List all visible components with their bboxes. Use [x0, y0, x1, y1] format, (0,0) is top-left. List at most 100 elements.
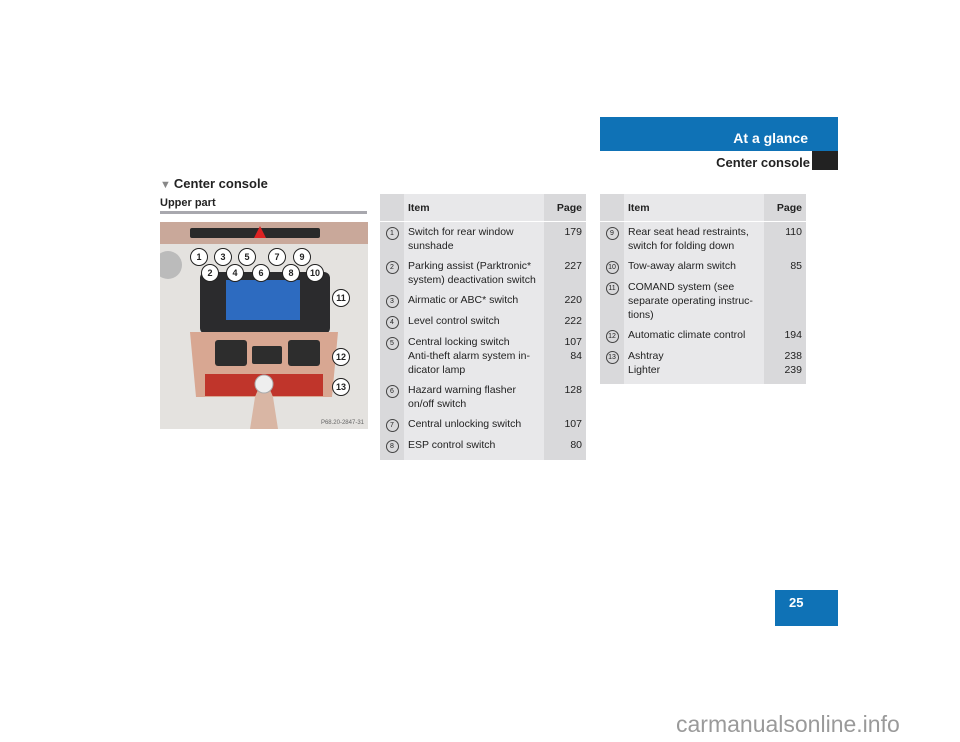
page-ref[interactable] [764, 277, 806, 325]
callout-9: 9 [293, 248, 311, 266]
page-ref[interactable]: 227 [544, 256, 586, 290]
section-title-text: Center console [173, 176, 268, 191]
num-header [600, 194, 624, 222]
watermark: carmanualsonline.info [676, 711, 900, 737]
item-number: 7 [380, 414, 404, 435]
triangle-down-icon: ▼ [160, 179, 171, 191]
page-ref[interactable]: 238 239 [764, 346, 806, 380]
page-ref[interactable]: 107 84 [544, 332, 586, 380]
section-header: Center console [716, 155, 810, 170]
item-label: Central locking switch Anti-theft alarm s… [404, 332, 544, 380]
callout-3: 3 [214, 248, 232, 266]
callout-6: 6 [252, 264, 270, 282]
circled-number: 1 [385, 227, 399, 240]
table-row: 9 Rear seat head restraints, switch for f… [600, 221, 806, 256]
callout-10: 10 [306, 264, 324, 282]
page-ref[interactable]: 107 [544, 414, 586, 435]
item-header: Item [624, 194, 764, 222]
callout-12: 12 [332, 348, 350, 366]
item-label: ESP control switch [404, 435, 544, 456]
item-number: 1 [380, 221, 404, 256]
item-number: 6 [380, 380, 404, 414]
circled-number: 8 [385, 440, 399, 453]
center-console-photo: 1 2 3 4 5 6 7 8 9 10 11 12 13 P68.20-2847-31 [160, 222, 368, 429]
item-label: Automatic climate control [624, 325, 764, 346]
page-ref[interactable]: 80 [544, 435, 586, 456]
callout-7: 7 [268, 248, 286, 266]
circled-number: 4 [385, 316, 399, 329]
circled-number: 7 [385, 419, 399, 432]
page-ref[interactable]: 110 [764, 221, 806, 256]
table-row: 7 Central unlocking switch 107 [380, 414, 586, 435]
table-row: 3 Airmatic or ABC* switch 220 [380, 290, 586, 311]
section-title: ▼ Center console [160, 176, 268, 191]
num-header [380, 194, 404, 222]
circled-number: 6 [385, 385, 399, 398]
page-number-band: 25 [775, 590, 838, 626]
figure-caption: P68.20-2847-31 [320, 420, 364, 426]
item-number: 5 [380, 332, 404, 380]
table-row: 4 Level control switch 222 [380, 311, 586, 332]
chapter-title: At a glance [733, 130, 808, 146]
table-row: 2 Parking assist (Parktronic* system) dea… [380, 256, 586, 290]
item-label: Hazard warning flasher on/off switch [404, 380, 544, 414]
item-label: Level control switch [404, 311, 544, 332]
item-number: 10 [600, 256, 624, 277]
table-row: 6 Hazard warning flasher on/off switch 128 [380, 380, 586, 414]
items-table-right: Item Page 9 Rear seat head restraints, sw… [600, 194, 806, 384]
item-label: COMAND system (see separate operating in… [624, 277, 764, 325]
circled-number: 3 [385, 295, 399, 308]
table-row: 1 Switch for rear window sunshade 179 [380, 221, 586, 256]
item-number: 8 [380, 435, 404, 456]
callout-11: 11 [332, 289, 350, 307]
item-number: 3 [380, 290, 404, 311]
item-number: 9 [600, 221, 624, 256]
callout-13: 13 [332, 378, 350, 396]
item-label: Parking assist (Parktronic* system) deac… [404, 256, 544, 290]
table-row: 5 Central locking switch Anti-theft alarm … [380, 332, 586, 380]
item-label: Rear seat head restraints, switch for fo… [624, 221, 764, 256]
circled-number: 13 [605, 351, 619, 364]
page-ref[interactable]: 85 [764, 256, 806, 277]
manual-page: At a glance Center console ▼ Center conso… [0, 0, 960, 742]
callout-8: 8 [282, 264, 300, 282]
item-label: Airmatic or ABC* switch [404, 290, 544, 311]
table-row: 11 COMAND system (see separate operating … [600, 277, 806, 325]
items-table-left: Item Page 1 Switch for rear window sunsha… [380, 194, 586, 460]
page-ref[interactable]: 220 [544, 290, 586, 311]
table-row: 13 Ashtray Lighter 238 239 [600, 346, 806, 380]
circled-number: 2 [385, 261, 399, 274]
item-number: 2 [380, 256, 404, 290]
table-row: 8 ESP control switch 80 [380, 435, 586, 456]
table-row: 12 Automatic climate control 194 [600, 325, 806, 346]
page-ref[interactable]: 179 [544, 221, 586, 256]
page-ref[interactable]: 194 [764, 325, 806, 346]
item-label: Switch for rear window sunshade [404, 221, 544, 256]
item-number: 11 [600, 277, 624, 325]
chapter-header-band: At a glance [600, 117, 838, 151]
section-marker [812, 151, 838, 170]
divider [160, 211, 367, 214]
item-label: Tow-away alarm switch [624, 256, 764, 277]
circled-number: 5 [385, 337, 399, 350]
circled-number: 12 [605, 330, 619, 343]
page-ref[interactable]: 128 [544, 380, 586, 414]
item-label: Ashtray Lighter [624, 346, 764, 380]
callout-5: 5 [238, 248, 256, 266]
page-header: Page [764, 194, 806, 222]
page-number: 25 [789, 595, 804, 610]
callout-4: 4 [226, 264, 244, 282]
item-label: Central unlocking switch [404, 414, 544, 435]
page-ref[interactable]: 222 [544, 311, 586, 332]
page-header: Page [544, 194, 586, 222]
item-header: Item [404, 194, 544, 222]
circled-number: 11 [605, 282, 619, 295]
circled-number: 10 [605, 261, 619, 274]
table-spacer [380, 456, 586, 460]
callout-1: 1 [190, 248, 208, 266]
item-number: 12 [600, 325, 624, 346]
circled-number: 9 [605, 227, 619, 240]
item-number: 13 [600, 346, 624, 380]
table-row: 10 Tow-away alarm switch 85 [600, 256, 806, 277]
item-number: 4 [380, 311, 404, 332]
